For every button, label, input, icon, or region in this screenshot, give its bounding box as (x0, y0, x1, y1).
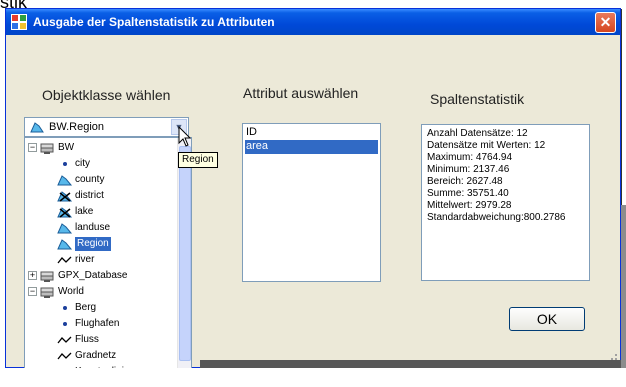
attribute-item-selected[interactable]: area (245, 140, 378, 154)
title-bar[interactable]: Ausgabe der Spaltenstatistik zu Attribut… (6, 9, 620, 35)
tree-item[interactable]: city (25, 156, 175, 172)
database-icon (40, 142, 56, 157)
expand-icon[interactable]: + (28, 271, 37, 280)
tree-item[interactable]: lake (25, 204, 175, 220)
stat-line: Maximum: 4764.94 (427, 152, 513, 163)
tree-item-label: county (75, 174, 105, 185)
tree-item-label: district (75, 190, 104, 201)
tree-item-label: landuse (75, 222, 111, 233)
close-icon: ✕ (599, 14, 612, 30)
line-icon (57, 254, 73, 269)
tree-item-label: GPX_Database (58, 270, 128, 281)
tree-item[interactable]: Berg (25, 300, 175, 316)
background-strip (621, 205, 626, 370)
tree-item-label: river (75, 254, 95, 265)
stat-line: Minimum: 2137.46 (427, 164, 510, 175)
point-icon (57, 318, 73, 333)
line-icon (57, 350, 73, 365)
tree-item[interactable]: − World (25, 284, 175, 300)
tooltip: Region (178, 152, 218, 168)
stat-line: Bereich: 2627.48 (427, 176, 503, 187)
object-class-combobox[interactable]: BW.Region ▼ (24, 117, 189, 137)
database-icon (40, 286, 56, 301)
polygon-icon (57, 238, 73, 253)
stat-line: Mittelwert: 2979.28 (427, 200, 512, 211)
tree-item[interactable]: landuse (25, 220, 175, 236)
tree-item-label: city (75, 158, 90, 169)
tree-item[interactable]: river (25, 252, 175, 268)
tree-item-label: Berg (75, 302, 97, 313)
tree-item[interactable]: county (25, 172, 175, 188)
window-title: Ausgabe der Spaltenstatistik zu Attribut… (33, 15, 275, 29)
scroll-thumb[interactable] (179, 146, 191, 361)
statistik-label: Spaltenstatistik (430, 91, 525, 107)
tree-item-label: Fluss (75, 334, 99, 345)
ok-button[interactable]: OK (509, 307, 585, 331)
app-icon (11, 14, 27, 30)
tree-item-label: BW (58, 142, 75, 153)
polygon-icon (57, 174, 73, 189)
point-icon (57, 302, 73, 317)
database-icon (40, 270, 56, 285)
tree-item[interactable]: + GPX_Database (25, 268, 175, 284)
stat-line: Anzahl Datensätze: 12 (427, 128, 528, 139)
tree-item-label: World (58, 286, 84, 297)
tree-item[interactable]: Gradnetz (25, 348, 175, 364)
statistics-box: Anzahl Datensätze: 12 Datensätze mit Wer… (421, 124, 590, 281)
stat-line: Summe: 35751.40 (427, 188, 509, 199)
background-area (0, 368, 626, 387)
tree-item[interactable]: Region (25, 236, 175, 252)
tree-item-label: Region (75, 237, 111, 251)
tree-item[interactable]: Flughafen (25, 316, 175, 332)
polygon-icon (57, 222, 73, 237)
line-icon (57, 334, 73, 349)
tree-item[interactable]: district (25, 188, 175, 204)
tree-item-label: lake (75, 206, 94, 217)
mouse-cursor-icon (178, 126, 192, 147)
polygon-x-icon (57, 190, 73, 205)
close-button[interactable]: ✕ (595, 12, 616, 33)
stat-line: Datensätze mit Werten: 12 (427, 140, 546, 151)
stat-line: Standardabweichung:800.2786 (427, 212, 566, 223)
objektklasse-label: Objektklasse wählen (42, 87, 171, 103)
object-class-tree[interactable]: − BW city county district lake landuse Region ri… (24, 137, 192, 387)
tree-scrollbar[interactable]: ▼ (177, 138, 191, 386)
attribute-item[interactable]: ID (245, 126, 378, 140)
polygon-icon (30, 122, 44, 133)
tree-item[interactable]: − BW (25, 140, 175, 156)
attribute-list[interactable]: ID area (242, 123, 381, 282)
collapse-icon[interactable]: − (28, 143, 37, 152)
tree-item-label: Gradnetz (75, 350, 117, 361)
tree-item[interactable]: Fluss (25, 332, 175, 348)
polygon-x-icon (57, 206, 73, 221)
point-icon (57, 158, 73, 173)
collapse-icon[interactable]: − (28, 287, 37, 296)
tree-item-label: Flughafen (75, 318, 120, 329)
combobox-value: BW.Region (49, 121, 105, 133)
attribut-label: Attribut auswählen (243, 85, 359, 101)
